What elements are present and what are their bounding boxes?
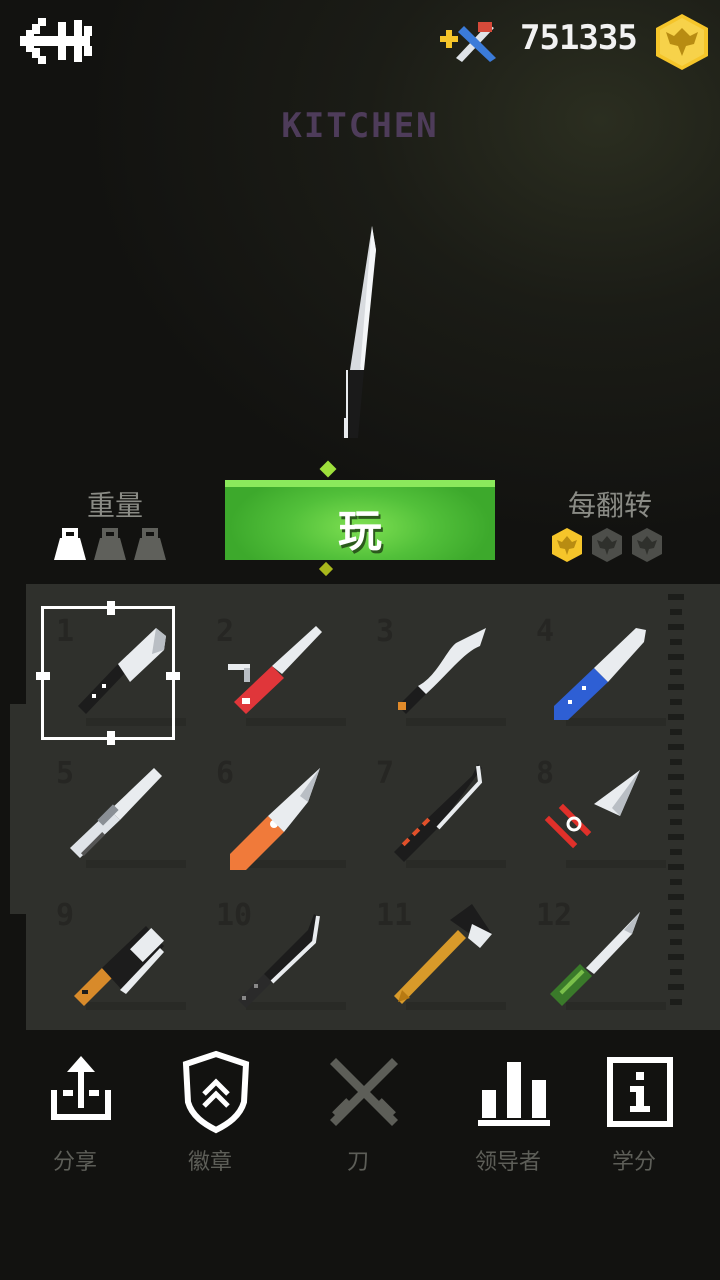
- green-grip-knife-icon: [550, 912, 640, 1006]
- coin-count: 751335: [520, 18, 638, 58]
- blue-handle-knife-icon: [554, 628, 646, 720]
- knife-slot[interactable]: 3: [368, 606, 528, 748]
- knife-slot[interactable]: 10: [208, 890, 368, 1032]
- play-marker-bottom: [318, 561, 334, 577]
- orange-folding-knife-icon: [230, 768, 320, 870]
- nav-info[interactable]: 学分: [574, 1050, 694, 1180]
- weight-label: 重量: [86, 489, 143, 522]
- cleaver-icon: [74, 926, 164, 1006]
- nav-share[interactable]: 分享: [15, 1050, 135, 1180]
- coin-icon: [592, 528, 622, 562]
- hatchet-icon: [394, 904, 492, 1004]
- knife-slot[interactable]: 6: [208, 748, 368, 890]
- leaderboard-icon: [478, 1062, 550, 1126]
- knife-preview: [320, 220, 410, 450]
- weight-icon: [54, 528, 86, 560]
- knife-slot[interactable]: 11: [368, 890, 528, 1032]
- nav-leaderboard[interactable]: 领导者: [448, 1050, 568, 1180]
- coin-icon: [632, 528, 662, 562]
- nav-label: 学分: [611, 1150, 656, 1175]
- per-flip-label: 每翻转: [567, 489, 652, 522]
- weight-icon: [94, 528, 126, 560]
- striped-handle-knife-icon: [394, 764, 483, 862]
- knife-slot[interactable]: 9: [48, 890, 208, 1032]
- knife-slot[interactable]: 12: [528, 890, 688, 1032]
- knife-slot[interactable]: 2: [208, 606, 368, 748]
- info-icon: [607, 1057, 673, 1127]
- weight-rating: [54, 528, 174, 562]
- play-marker-top: [319, 460, 337, 478]
- coin-icon: [552, 528, 582, 562]
- red-kunai-icon: [544, 770, 640, 849]
- crossed-knives-icon: [330, 1058, 398, 1126]
- back-arrow-icon[interactable]: [18, 14, 98, 70]
- weight-icon: [134, 528, 166, 560]
- nav-label: 刀: [346, 1150, 369, 1175]
- play-label: 玩: [338, 506, 382, 557]
- machete-icon: [238, 914, 320, 1008]
- knife-slot[interactable]: 4: [528, 606, 688, 748]
- grid-scrollbar[interactable]: [666, 594, 686, 1014]
- swiss-army-knife-icon: [228, 626, 322, 714]
- nav-crossed-knives[interactable]: 刀: [298, 1050, 418, 1180]
- per-flip-reward: [550, 526, 666, 566]
- nav-label: 领导者: [474, 1150, 541, 1175]
- nav-badge[interactable]: 徽章: [150, 1050, 270, 1180]
- share-icon: [51, 1056, 111, 1120]
- play-button[interactable]: 玩: [225, 480, 495, 560]
- badge-icon: [182, 1050, 250, 1134]
- knife-grid: 1 2 3 4 5 6 7 8 9 10 11 12: [10, 584, 720, 1032]
- kukri-knife-icon: [398, 628, 486, 714]
- coin-icon: [654, 12, 710, 72]
- add-weapons-icon[interactable]: [438, 18, 502, 64]
- knife-slot[interactable]: 8: [528, 748, 688, 890]
- knife-slot[interactable]: 5: [48, 748, 208, 890]
- nav-label: 分享: [52, 1150, 97, 1175]
- butterfly-knife-icon: [70, 768, 162, 858]
- knife-slot[interactable]: 7: [368, 748, 528, 890]
- selected-frame: [36, 601, 180, 745]
- category-title: KITCHEN: [281, 106, 439, 146]
- nav-label: 徽章: [187, 1150, 232, 1175]
